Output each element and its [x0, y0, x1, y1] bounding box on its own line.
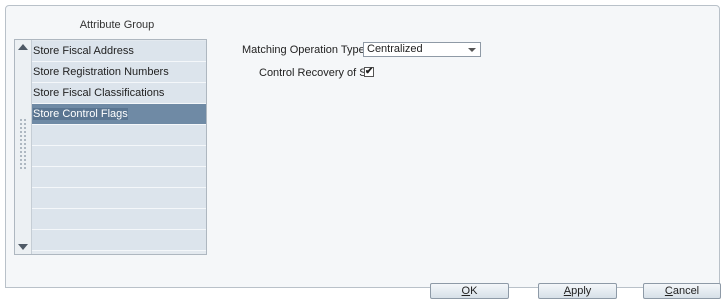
cancel-button[interactable]: Cancel [643, 283, 721, 299]
matching-operation-type-label: Matching Operation Type [242, 44, 365, 56]
scroll-down-arrow-icon[interactable] [18, 244, 28, 250]
apply-button[interactable]: Apply [538, 283, 617, 299]
list-item-store-fiscal-classifications[interactable]: Store Fiscal Classifications [32, 83, 206, 104]
attribute-group-title: Attribute Group [79, 19, 155, 31]
list-item-label: Store Fiscal Classifications [33, 87, 165, 99]
attribute-group-list: Store Fiscal Address Store Registration … [14, 39, 207, 255]
chevron-down-icon[interactable] [468, 48, 476, 52]
list-item-empty[interactable] [32, 230, 206, 251]
list-item-label: Store Control Flags [33, 108, 128, 120]
vertical-scrollbar[interactable] [15, 40, 32, 254]
scroll-up-arrow-icon[interactable] [18, 44, 28, 50]
ok-button[interactable]: OK [430, 283, 509, 299]
attribute-group-rows: Store Fiscal Address Store Registration … [32, 41, 206, 251]
list-item-store-registration-numbers[interactable]: Store Registration Numbers [32, 62, 206, 83]
list-item-store-control-flags[interactable]: Store Control Flags [32, 104, 206, 125]
list-item-store-fiscal-address[interactable]: Store Fiscal Address [32, 41, 206, 62]
list-item-empty[interactable] [32, 146, 206, 167]
list-item-empty[interactable] [32, 209, 206, 230]
list-item-empty[interactable] [32, 125, 206, 146]
matching-operation-type-select[interactable]: Centralized [363, 42, 481, 57]
control-recovery-label: Control Recovery of ST [259, 67, 374, 79]
scroll-grip-icon[interactable] [19, 118, 27, 170]
control-recovery-checkbox[interactable]: ✔ [364, 67, 374, 77]
list-item-label: Store Fiscal Address [33, 45, 134, 57]
list-item-label: Store Registration Numbers [33, 66, 169, 78]
list-item-empty[interactable] [32, 167, 206, 188]
list-item-empty[interactable] [32, 188, 206, 209]
matching-operation-type-value: Centralized [367, 43, 423, 55]
